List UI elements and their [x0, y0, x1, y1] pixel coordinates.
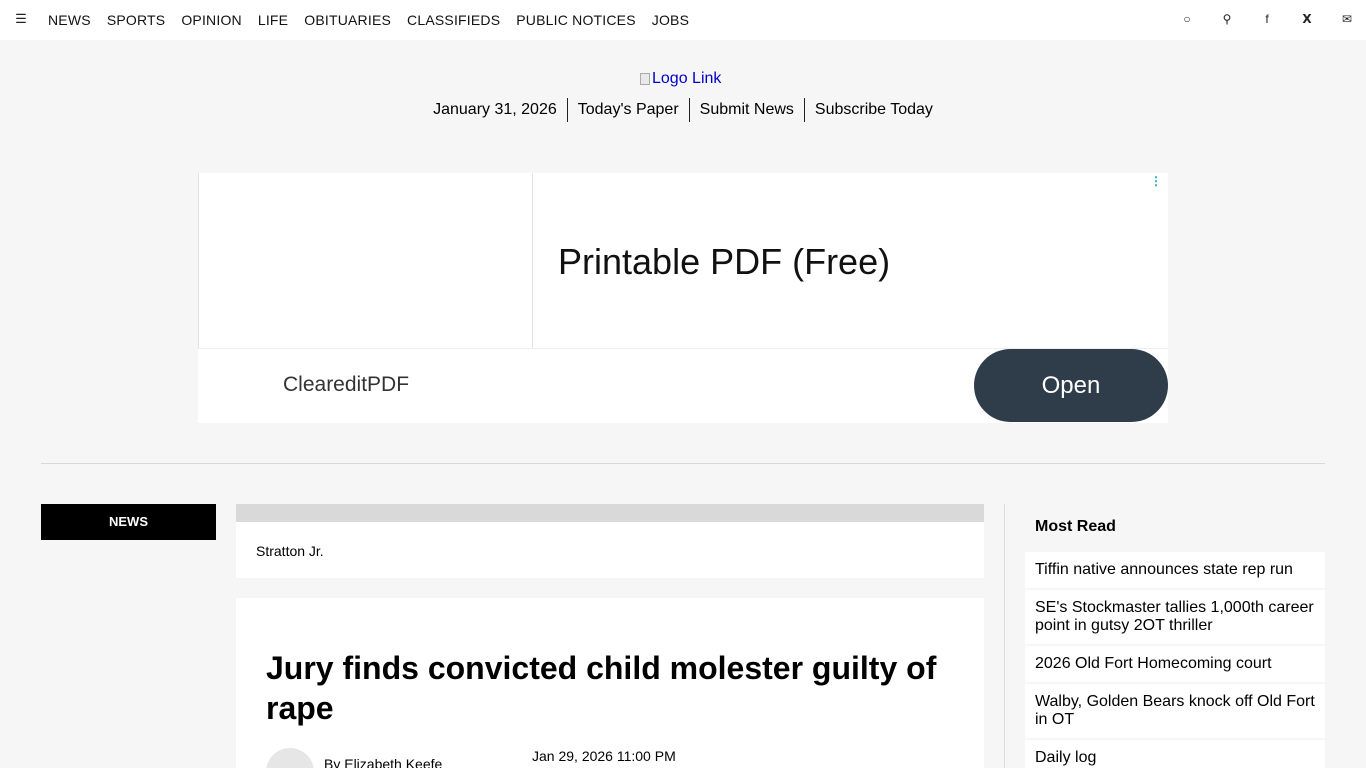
mail-icon[interactable]: ✉: [1342, 11, 1352, 27]
most-read-item[interactable]: Daily log: [1025, 740, 1325, 768]
ad-brand: CleareditPDF: [283, 373, 410, 396]
subscribe-link[interactable]: Subscribe Today: [803, 98, 943, 122]
photo-caption: Stratton Jr.: [256, 543, 324, 559]
article-date: Jan 29, 2026 11:00 PM: [532, 748, 676, 764]
nav-link-life[interactable]: LIFE: [258, 12, 288, 28]
nav-link-news[interactable]: NEWS: [48, 12, 91, 28]
top-nav: ☰ NEWS SPORTS OPINION LIFE OBITUARIES CL…: [0, 0, 1366, 40]
ad-open-button[interactable]: Open: [974, 349, 1168, 422]
most-read-item[interactable]: 2026 Old Fort Homecoming court: [1025, 646, 1325, 682]
divider: [41, 463, 1325, 464]
article-byline[interactable]: By Elizabeth Keefe: [324, 756, 442, 768]
article-card: Jury finds convicted child molester guil…: [236, 598, 984, 768]
author-avatar[interactable]: [266, 748, 314, 768]
nav-link-obituaries[interactable]: OBITUARIES: [304, 12, 391, 28]
nav-links: NEWS SPORTS OPINION LIFE OBITUARIES CLAS…: [48, 12, 705, 28]
submit-news-link[interactable]: Submit News: [688, 98, 804, 122]
section-label[interactable]: NEWS: [41, 504, 216, 540]
nav-link-jobs[interactable]: JOBS: [652, 12, 689, 28]
masthead-bar: January 31, 2026 Today's Paper Submit Ne…: [0, 98, 1366, 122]
most-read-item[interactable]: SE's Stockmaster tallies 1,000th career …: [1025, 590, 1325, 644]
todays-paper-link[interactable]: Today's Paper: [566, 98, 689, 122]
account-icon[interactable]: ○: [1182, 11, 1192, 27]
nav-link-public-notices[interactable]: PUBLIC NOTICES: [516, 12, 636, 28]
current-date: January 31, 2026: [433, 101, 557, 118]
most-read-item[interactable]: Tiffin native announces state rep run: [1025, 552, 1325, 588]
caption-bar: [236, 504, 984, 522]
ad-image: [198, 173, 533, 349]
nav-link-sports[interactable]: SPORTS: [107, 12, 166, 28]
sidebar-divider: [1004, 504, 1005, 768]
article-headline: Jury finds convicted child molester guil…: [266, 650, 937, 726]
twitter-icon[interactable]: 𝗫: [1302, 11, 1312, 27]
advertisement[interactable]: ⋮ Printable PDF (Free) CleareditPDF Open: [198, 173, 1168, 423]
photo-caption-card: Stratton Jr.: [236, 504, 984, 578]
nav-link-opinion[interactable]: OPINION: [181, 12, 242, 28]
logo-alt-text: Logo Link: [652, 70, 722, 87]
facebook-icon[interactable]: f: [1262, 11, 1272, 27]
ad-options-icon[interactable]: ⋮: [1150, 175, 1162, 187]
most-read-title: Most Read: [1035, 518, 1116, 535]
search-icon[interactable]: ⚲: [1222, 11, 1232, 27]
ad-headline: Printable PDF (Free): [558, 241, 891, 282]
most-read-list: Tiffin native announces state rep run SE…: [1025, 552, 1325, 768]
menu-icon[interactable]: ☰: [14, 11, 28, 27]
most-read-item[interactable]: Walby, Golden Bears knock off Old Fort i…: [1025, 684, 1325, 738]
logo-link[interactable]: Logo Link: [640, 70, 721, 88]
nav-link-classifieds[interactable]: CLASSIFIEDS: [407, 12, 500, 28]
broken-image-icon: [640, 73, 650, 85]
nav-icons: ○ ⚲ f 𝗫 ✉: [1152, 11, 1352, 27]
